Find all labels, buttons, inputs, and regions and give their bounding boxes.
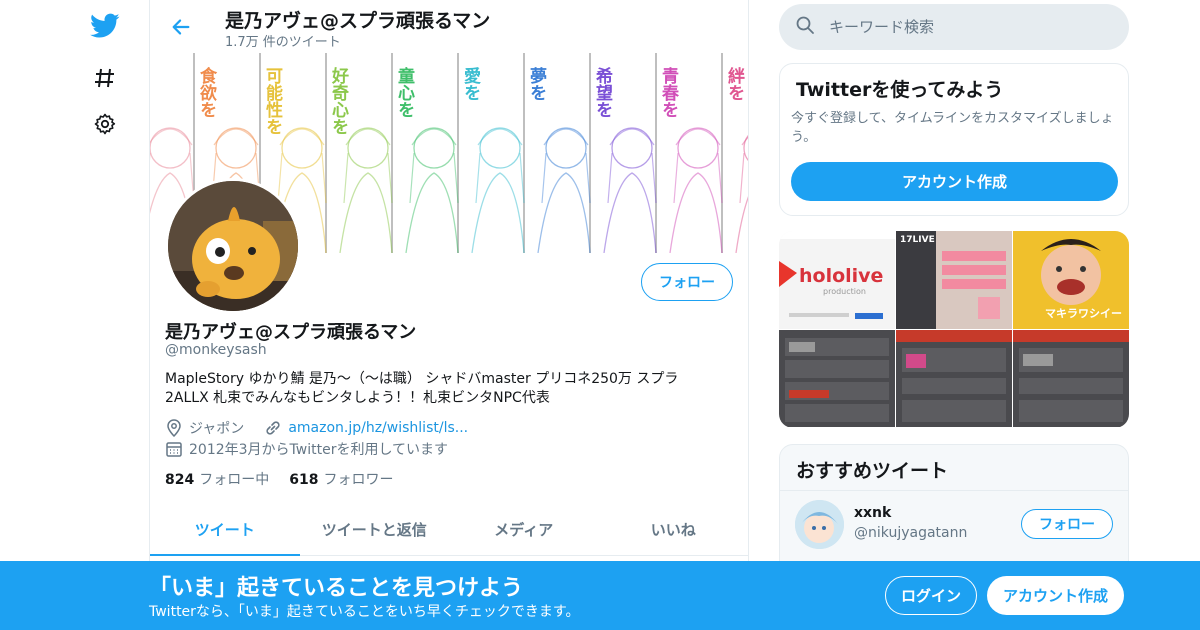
recommended-user-name[interactable]: xxnk [854,505,891,521]
live-tag: 17LIVE [900,235,935,245]
followers-count: 618 [289,472,319,488]
profile-tabs: ツイート ツイートと返信 メディア いいね [150,503,748,556]
divider [780,490,1128,491]
recommended-title: おすすめツイート [796,460,949,482]
banner-sketch-head [413,127,455,169]
media-thumbnail[interactable] [1013,330,1129,427]
banner-sketch-hair [541,128,591,204]
profile-name: 是乃アヴェ@スプラ頑張るマン [165,322,417,343]
hashtag-icon[interactable] [88,61,122,95]
banner-sketch-body [669,172,723,253]
banner-sketch-head [611,127,653,169]
banner-sketch-head [743,134,748,162]
profile-handle: @monkeysash [165,342,267,358]
profile-joined-date: 2012年3月からTwitterを利用しています [189,442,449,458]
following-label: フォロー中 [199,472,270,488]
signup-prompt-bar: 「いま」起きていることを見つけよう Twitterなら、「いま」起きていることを… [0,561,1200,630]
banner-sketch-body [471,172,525,253]
banner-label: 食欲を [196,66,218,118]
prompt-title: 「いま」起きていることを見つけよう [149,576,524,601]
banner-sketch-body [339,172,393,253]
followers-label: フォロワー [323,472,394,488]
profile-bio: MapleStory ゆかり鯖 是乃～（～は職） シャドバmaster プリコネ… [165,371,679,406]
tab-tweets-and-replies[interactable]: ツイートと返信 [300,503,450,555]
banner-sketch-head [545,127,587,169]
media-thumbnail[interactable]: hololive production [779,231,895,329]
search-icon [795,15,815,39]
follow-button[interactable]: フォロー [1021,509,1113,539]
signup-card-description: 今すぐ登録して、タイムラインをカスタマイズしましょう。 [791,111,1114,145]
search-input[interactable] [829,18,1109,36]
media-thumbnail[interactable] [779,330,895,427]
tab-tweets[interactable]: ツイート [150,503,300,556]
link-icon [264,419,282,437]
profile-url-link[interactable]: amazon.jp/hz/wishlist/ls... [288,420,468,436]
recommended-user-handle: @nikujyagatann [854,525,968,541]
profile-column: 是乃アヴェ@スプラ頑張るマン 1.7万 件のツイート 食欲を 可能性を 好奇心を 童心… [149,0,749,630]
gear-icon[interactable] [88,107,122,141]
signup-card-title: Twitterを使ってみよう [796,79,1004,101]
create-account-button[interactable]: アカウント作成 [791,162,1118,201]
banner-sketch-head [281,127,323,169]
hololive-logo-subtext: production [823,287,866,296]
media-caption: マキラワシイー [1045,307,1122,320]
media-thumbnail[interactable]: 17LIVE [896,231,1012,329]
page-title: 是乃アヴェ@スプラ頑張るマン [225,10,491,32]
search-box[interactable] [779,4,1129,50]
signup-card: Twitterを使ってみよう 今すぐ登録して、タイムラインをカスタマイズしましょ… [779,63,1129,216]
media-thumbnail[interactable]: マキラワシイー [1013,231,1129,329]
banner-label: 夢を [526,67,547,101]
banner-sketch-hair [277,128,327,204]
back-arrow-icon[interactable] [166,12,196,42]
hololive-logo-text: hololive [799,265,884,287]
profile-location: ジャポン [189,421,245,437]
banner-label: 青春を [658,66,679,118]
banner-sketch-head [677,127,719,169]
banner-sketch-hair [673,128,723,204]
banner-sketch-body [603,172,657,253]
banner-label: 愛を [460,66,481,101]
location-pin-icon [165,419,183,437]
calendar-icon [165,440,183,458]
banner-label: 可能性を [262,67,283,135]
media-thumbnail[interactable] [896,330,1012,427]
banner-sketch-head [479,127,521,169]
following-stat[interactable]: 824 フォロー中 [165,469,269,489]
banner-label: 絆を [724,66,745,101]
login-button[interactable]: ログイン [885,576,977,615]
following-count: 824 [165,472,195,488]
banner-sketch-head [347,127,389,169]
create-account-button[interactable]: アカウント作成 [987,576,1124,615]
prompt-subtitle: Twitterなら、「いま」起きていることをいち早くチェックできます。 [149,604,580,620]
twitter-profile-page: 是乃アヴェ@スプラ頑張るマン 1.7万 件のツイート 食欲を 可能性を 好奇心を 童心… [0,0,1200,630]
banner-sketch-body [537,172,591,253]
tab-likes[interactable]: いいね [599,503,749,555]
media-grid: hololive production 17LIVE マキラワシイー [779,231,1129,428]
follow-button[interactable]: フォロー [641,263,733,301]
banner-label: 希望を [592,66,613,118]
tweet-count: 1.7万 件のツイート [225,35,341,50]
banner-sketch-head [150,127,191,169]
follow-stats: 824 フォロー中 618 フォロワー [165,469,413,489]
banner-sketch-head [215,127,257,169]
banner-sketch-body [405,172,459,253]
followers-stat[interactable]: 618 フォロワー [289,469,393,489]
avatar[interactable] [795,500,844,549]
banner-sketch-hair [607,128,657,204]
avatar[interactable] [165,178,301,314]
banner-sketch-hair [475,128,525,204]
twitter-logo-icon[interactable] [88,9,122,43]
profile-meta-row: ジャポン amazon.jp/hz/wishlist/ls... [165,418,468,438]
banner-sketch-hair [739,136,748,204]
banner-label: 好奇心を [328,66,350,135]
banner-sketch-hair [409,128,459,204]
banner-label: 童心を [394,66,415,118]
tab-media[interactable]: メディア [449,503,599,555]
profile-joined-row: 2012年3月からTwitterを利用しています [165,439,448,459]
banner-sketch-hair [343,128,393,204]
profile-header: 是乃アヴェ@スプラ頑張るマン 1.7万 件のツイート [150,0,748,53]
